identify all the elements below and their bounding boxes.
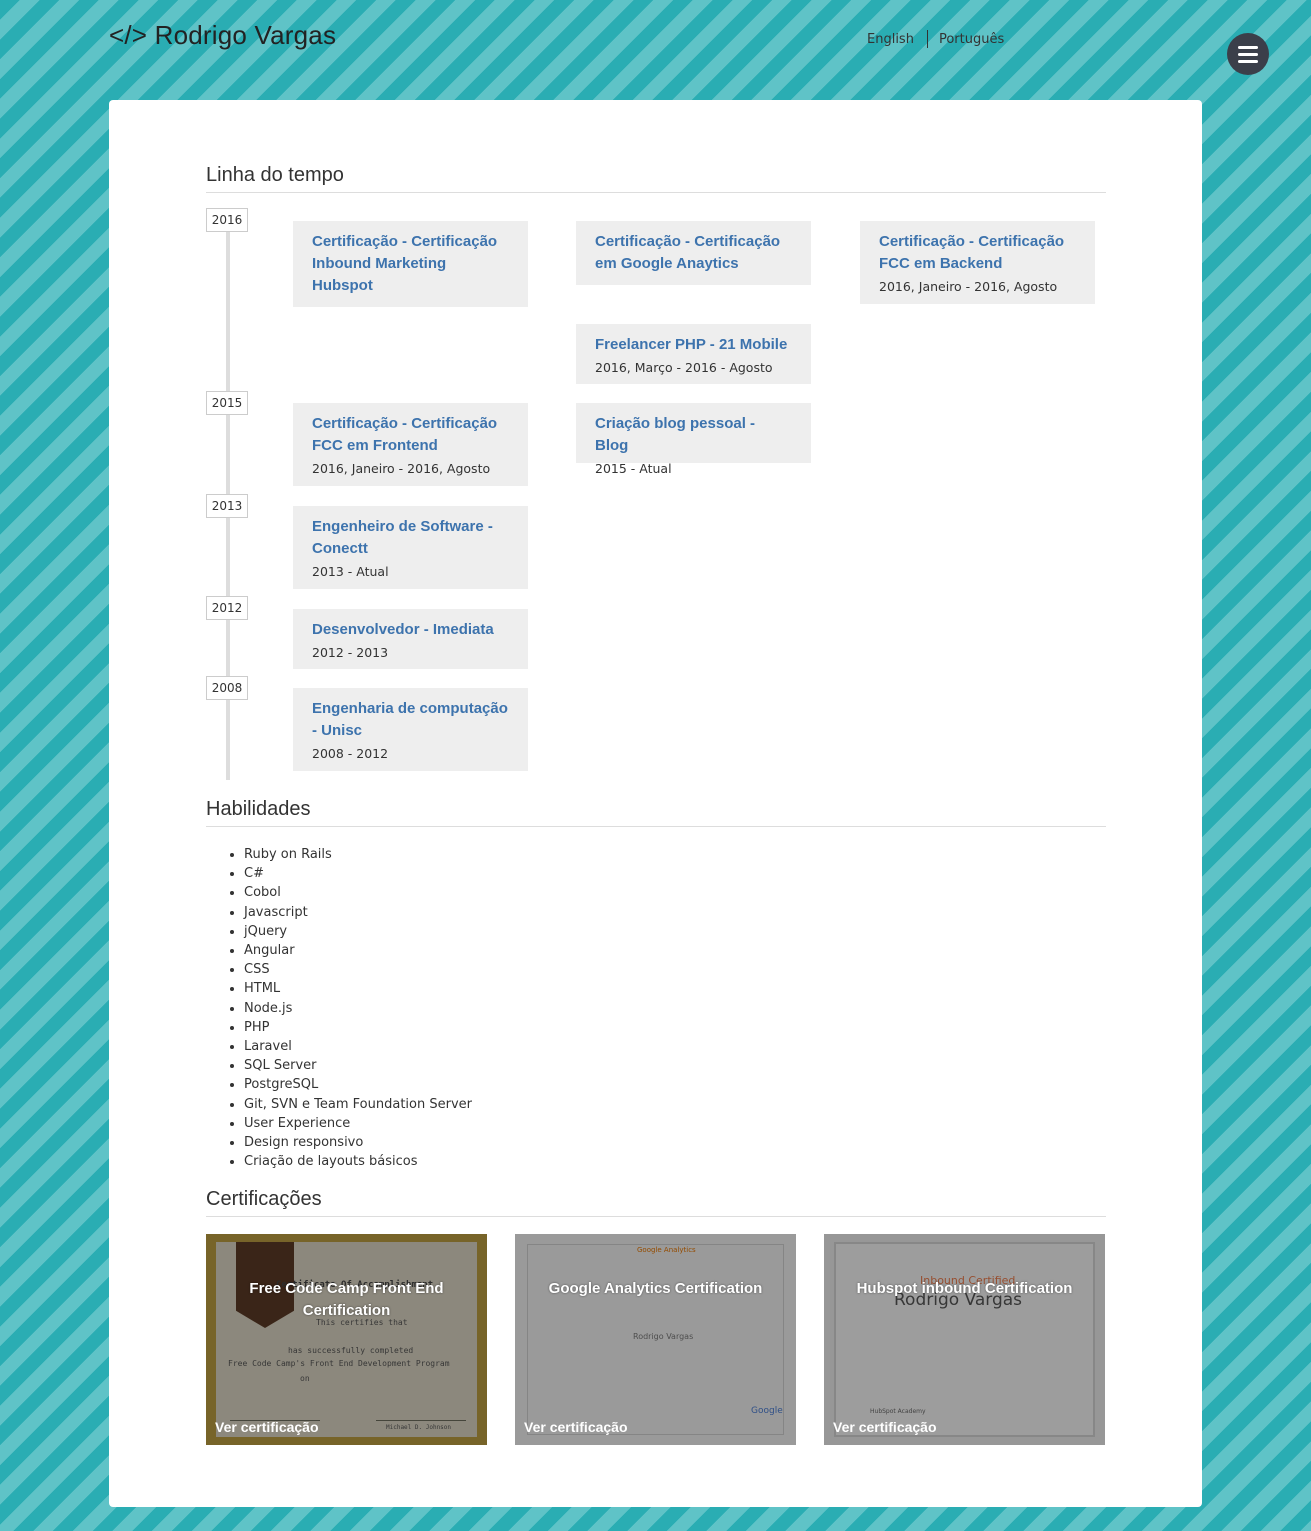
timeline-item: Criação blog pessoal - Blog 2015 - Atual	[576, 403, 811, 476]
timeline-item-date: 2016, Janeiro - 2016, Agosto	[312, 461, 491, 476]
language-switcher: English Português	[867, 30, 1004, 48]
cert-view-link[interactable]: Ver certificação	[215, 1419, 319, 1435]
timeline-item-title[interactable]: Certificação - Certificação FCC em Backe…	[879, 231, 1076, 275]
timeline-title: Linha do tempo	[206, 164, 1106, 193]
skill-item: Design responsivo	[244, 1133, 472, 1152]
skill-item: PHP	[244, 1018, 472, 1037]
skill-item: Ruby on Rails	[244, 845, 472, 864]
lang-english-link[interactable]: English	[867, 32, 914, 47]
timeline-item: Engenharia de computação - Unisc 2008 - …	[293, 688, 528, 771]
timeline-item-title[interactable]: Desenvolvedor - Imediata	[312, 619, 509, 641]
timeline-item-date: 2015 - Atual	[595, 461, 672, 476]
skills-list: Ruby on Rails C# Cobol Javascript jQuery…	[244, 845, 472, 1171]
timeline-item-title[interactable]: Freelancer PHP - 21 Mobile	[595, 334, 792, 356]
cert-title: Free Code Camp Front End Certification	[249, 1280, 444, 1319]
timeline-item-title[interactable]: Certificação - Certificação em Google An…	[595, 231, 792, 275]
timeline-item-title[interactable]: Engenharia de computação - Unisc	[312, 698, 509, 742]
skill-item: Laravel	[244, 1037, 472, 1056]
timeline-item-date: 2012 - 2013	[312, 645, 389, 660]
site-logo[interactable]: </> Rodrigo Vargas	[109, 20, 336, 51]
timeline-year: 2015	[206, 391, 248, 415]
skill-item: C#	[244, 864, 472, 883]
timeline-item-title[interactable]: Engenheiro de Software - Conectt	[312, 516, 509, 560]
skill-item: PostgreSQL	[244, 1075, 472, 1094]
skill-item: jQuery	[244, 922, 472, 941]
skill-item: Git, SVN e Team Foundation Server	[244, 1095, 472, 1114]
skill-item: Cobol	[244, 883, 472, 902]
cert-card-google[interactable]: Google Analytics Rodrigo Vargas Google G…	[515, 1234, 796, 1445]
timeline-item: Desenvolvedor - Imediata 2012 - 2013	[293, 609, 528, 669]
timeline-item: Engenheiro de Software - Conectt 2013 - …	[293, 506, 528, 589]
lang-divider	[926, 30, 928, 48]
skill-item: User Experience	[244, 1114, 472, 1133]
timeline-item: Certificação - Certificação Inbound Mark…	[293, 221, 528, 307]
timeline-year: 2016	[206, 208, 248, 232]
skill-item: Node.js	[244, 999, 472, 1018]
skill-item: HTML	[244, 979, 472, 998]
timeline-item-date: 2016, Janeiro - 2016, Agosto	[879, 279, 1058, 294]
hamburger-icon[interactable]	[1227, 33, 1269, 75]
cert-title: Hubspot inbound Certification	[856, 1280, 1073, 1297]
skill-item: Javascript	[244, 903, 472, 922]
timeline-item: Certificação - Certificação FCC em Backe…	[860, 221, 1095, 304]
certifications-title: Certificações	[206, 1188, 1106, 1217]
cert-card-fcc[interactable]: Certificate Of Accomplishment This certi…	[206, 1234, 487, 1445]
timeline-item-title[interactable]: Certificação - Certificação FCC em Front…	[312, 413, 509, 457]
skill-item: CSS	[244, 960, 472, 979]
timeline-year: 2008	[206, 676, 248, 700]
skills-title: Habilidades	[206, 798, 1106, 827]
cert-title: Google Analytics Certification	[548, 1280, 763, 1297]
timeline-item-title[interactable]: Criação blog pessoal - Blog	[595, 413, 792, 457]
timeline-item-date: 2008 - 2012	[312, 746, 389, 761]
skill-item: Angular	[244, 941, 472, 960]
timeline-item-date: 2013 - Atual	[312, 564, 389, 579]
skill-item: Criação de layouts básicos	[244, 1152, 472, 1171]
timeline-year: 2013	[206, 494, 248, 518]
lang-portuguese-link[interactable]: Português	[939, 32, 1004, 47]
skill-item: SQL Server	[244, 1056, 472, 1075]
timeline-item: Certificação - Certificação FCC em Front…	[293, 403, 528, 486]
timeline-item: Certificação - Certificação em Google An…	[576, 221, 811, 285]
cert-view-link[interactable]: Ver certificação	[524, 1419, 628, 1435]
main-card: Linha do tempo 2016 2015 2013 2012 2008 …	[109, 100, 1202, 1507]
timeline-item-date: 2016, Março - 2016 - Agosto	[595, 360, 773, 375]
timeline-year: 2012	[206, 596, 248, 620]
timeline-item: Freelancer PHP - 21 Mobile 2016, Março -…	[576, 324, 811, 384]
timeline-item-title[interactable]: Certificação - Certificação Inbound Mark…	[312, 231, 509, 297]
cert-card-hubspot[interactable]: Inbound Certified Rodrigo Vargas HubSpot…	[824, 1234, 1105, 1445]
cert-view-link[interactable]: Ver certificação	[833, 1419, 937, 1435]
